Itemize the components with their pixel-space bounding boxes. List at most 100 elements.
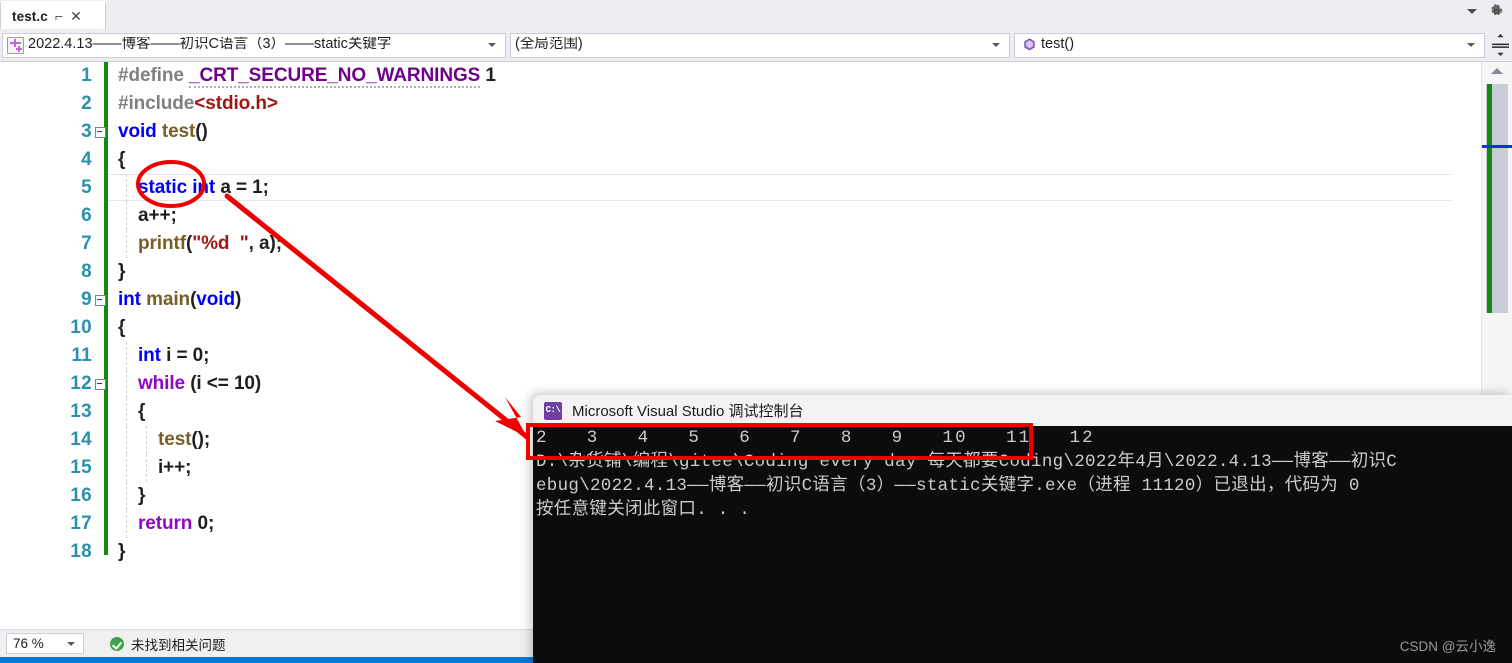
close-icon[interactable]: ✕ xyxy=(70,9,82,23)
line-number: 8 xyxy=(81,261,92,282)
editor-tab-test-c[interactable]: test.c ⌐ ✕ xyxy=(0,1,106,29)
code-line[interactable]: 2 #include<stdio.h> xyxy=(0,90,1482,118)
scroll-up-arrow-icon[interactable] xyxy=(1491,68,1503,74)
code-line[interactable]: 5 static int a = 1; xyxy=(0,174,1482,202)
code-token: int xyxy=(138,345,161,366)
navigation-bar: 2022.4.13——博客——初识C语言（3）——static关键字 (全局范围… xyxy=(0,29,1512,62)
pin-icon[interactable]: ⌐ xyxy=(55,9,63,23)
chevron-down-icon[interactable] xyxy=(67,641,75,646)
code-line[interactable]: 3 void test() xyxy=(0,118,1482,146)
code-text: void test() xyxy=(108,121,208,143)
code-token: { xyxy=(118,149,126,170)
indent-guide xyxy=(126,174,127,202)
code-token: 0; xyxy=(192,513,215,534)
fold-box[interactable] xyxy=(94,294,106,306)
code-line[interactable]: 1 #define _CRT_SECURE_NO_WARNINGS 1 xyxy=(0,62,1482,90)
code-token: void xyxy=(196,289,235,310)
code-token: test xyxy=(158,429,192,450)
code-token: int xyxy=(192,177,216,198)
indent-guide xyxy=(126,398,127,426)
line-number: 9 xyxy=(81,289,92,310)
fold-collapse-icon[interactable] xyxy=(92,294,108,306)
zoom-level-value: 76 % xyxy=(13,636,44,651)
line-number: 13 xyxy=(70,401,92,422)
code-token: _CRT_SECURE_NO_WARNINGS xyxy=(189,65,481,88)
chevron-down-icon[interactable] xyxy=(488,43,496,47)
code-token: } xyxy=(138,485,146,506)
line-number: 14 xyxy=(70,429,92,450)
console-output[interactable]: 2 3 4 5 6 7 8 9 10 11 12 D:\杂货铺\编程\gitee… xyxy=(533,426,1512,663)
file-dropdown-value: 2022.4.13——博客——初识C语言（3）——static关键字 xyxy=(28,37,392,53)
indent-guide xyxy=(126,202,127,230)
code-token: (i <= 10) xyxy=(185,373,262,394)
fold-box[interactable] xyxy=(94,126,106,138)
code-token: ) xyxy=(234,289,242,310)
indent-guide xyxy=(146,426,147,454)
code-token: a++; xyxy=(138,205,177,226)
current-line-highlight xyxy=(108,174,1452,201)
problems-status[interactable]: 未找到相关问题 xyxy=(110,634,226,654)
code-text: return 0; xyxy=(108,513,214,535)
scope-dropdown-value: (全局范围) xyxy=(515,37,583,53)
line-number: 2 xyxy=(81,93,92,114)
scrollbar-change-indicator xyxy=(1487,84,1492,313)
code-token: int xyxy=(118,289,141,310)
line-number: 15 xyxy=(70,457,92,478)
fold-box[interactable] xyxy=(94,378,106,390)
split-view-icon[interactable] xyxy=(1491,33,1510,57)
code-text: } xyxy=(108,261,125,283)
code-text: int i = 0; xyxy=(108,345,209,367)
code-token: <stdio.h> xyxy=(194,93,278,114)
member-dropdown-value: test() xyxy=(1041,37,1075,53)
indent-guide xyxy=(126,230,127,258)
zoom-level-dropdown[interactable]: 76 % xyxy=(6,633,84,654)
new-file-icon xyxy=(7,36,24,54)
line-number: 1 xyxy=(81,65,92,86)
code-text: #include<stdio.h> xyxy=(108,93,278,115)
problems-status-text: 未找到相关问题 xyxy=(131,637,226,653)
code-text: a++; xyxy=(108,205,177,227)
code-text: { xyxy=(108,149,125,171)
indent-guide xyxy=(126,510,127,538)
gear-icon[interactable] xyxy=(1489,3,1504,19)
code-token: i = 0; xyxy=(160,345,210,366)
code-text: #define _CRT_SECURE_NO_WARNINGS 1 xyxy=(108,65,496,88)
code-token: a = 1; xyxy=(215,177,269,198)
scope-dropdown[interactable]: (全局范围) xyxy=(510,32,1010,58)
chevron-down-icon[interactable] xyxy=(1467,8,1477,14)
code-line[interactable]: 9 int main(void) xyxy=(0,286,1482,314)
member-dropdown[interactable]: test() xyxy=(1014,32,1485,58)
code-token: { xyxy=(118,317,126,338)
indent-guide xyxy=(126,342,127,370)
code-token: test xyxy=(161,121,196,142)
fold-collapse-icon[interactable] xyxy=(92,378,108,390)
code-text: int main(void) xyxy=(108,289,241,311)
chevron-down-icon[interactable] xyxy=(992,43,1000,47)
file-dropdown[interactable]: 2022.4.13——博客——初识C语言（3）——static关键字 xyxy=(2,32,506,58)
indent-guide xyxy=(126,426,127,454)
code-line[interactable]: 11 int i = 0; xyxy=(0,342,1482,370)
code-text: i++; xyxy=(108,457,192,479)
code-token: printf xyxy=(138,233,186,254)
debug-console-window[interactable]: C:\ Microsoft Visual Studio 调试控制台 2 3 4 … xyxy=(533,395,1512,663)
tab-strip-actions xyxy=(1467,0,1512,29)
line-number: 12 xyxy=(70,373,92,394)
fold-collapse-icon[interactable] xyxy=(92,126,108,138)
console-output-numbers: 2 3 4 5 6 7 8 9 10 11 12 xyxy=(536,428,1095,448)
code-line[interactable]: 12 while (i <= 10) xyxy=(0,370,1482,398)
code-line[interactable]: 4{ xyxy=(0,146,1482,174)
code-token: #define xyxy=(118,65,189,86)
code-text: } xyxy=(108,541,125,563)
code-token: return xyxy=(138,513,193,534)
code-token: } xyxy=(118,541,126,562)
console-title-bar[interactable]: C:\ Microsoft Visual Studio 调试控制台 xyxy=(533,395,1512,426)
code-text: { xyxy=(108,317,125,339)
code-line[interactable]: 10 { xyxy=(0,314,1482,342)
code-line[interactable]: 7 printf("%d ", a); xyxy=(0,230,1482,258)
code-line[interactable]: 8} xyxy=(0,258,1482,286)
method-icon xyxy=(1022,37,1037,53)
chevron-down-icon[interactable] xyxy=(1467,43,1475,47)
code-line[interactable]: 6 a++; xyxy=(0,202,1482,230)
console-output-exit: ebug\2022.4.13——博客——初识C语言（3）——static关键字.… xyxy=(536,476,1360,496)
indent-guide xyxy=(126,370,127,398)
